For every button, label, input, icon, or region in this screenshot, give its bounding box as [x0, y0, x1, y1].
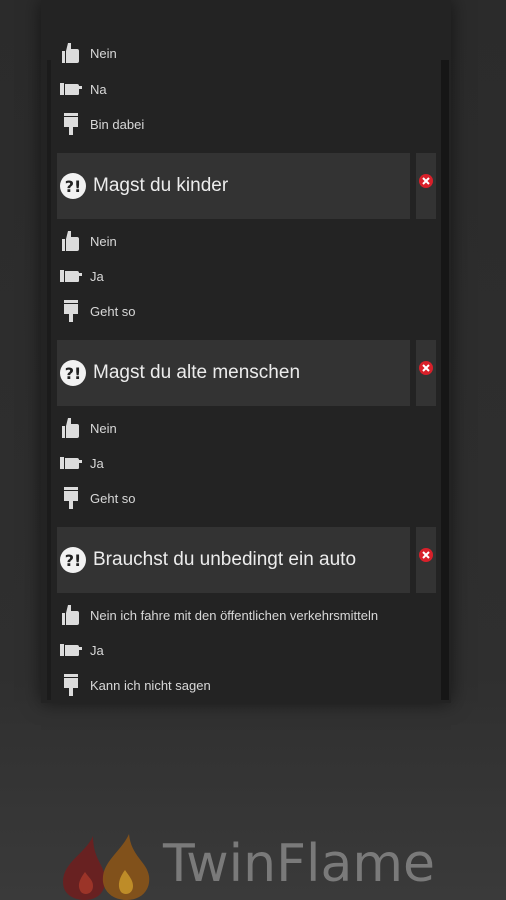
answer-label: Nein	[90, 45, 117, 61]
answer-label: Na	[90, 81, 107, 97]
answer-item[interactable]: Ja	[58, 635, 438, 665]
answer-label: Nein ich fahre mit den öffentlichen verk…	[90, 607, 379, 623]
thumb-up-icon	[58, 415, 84, 441]
thumb-down-icon	[58, 485, 84, 511]
answer-item[interactable]: Nein	[58, 413, 438, 443]
answer-label: Ja	[90, 642, 104, 658]
delete-x-icon	[419, 174, 433, 188]
answer-item[interactable]: Geht so	[58, 483, 438, 513]
delete-question-button[interactable]	[416, 527, 436, 593]
svg-text:?!: ?!	[65, 551, 82, 570]
delete-question-button[interactable]	[416, 340, 436, 406]
question-title: Magst du kinder	[93, 175, 229, 196]
question-exclamation-icon: ?!	[60, 360, 86, 386]
thumb-up-icon	[58, 602, 84, 628]
question-header[interactable]: ?! Magst du kinder	[57, 153, 410, 219]
thumb-down-icon	[58, 298, 84, 324]
answer-item[interactable]: Na	[58, 74, 438, 104]
twinflame-logo: TwinFlame	[55, 828, 455, 900]
answer-label: Geht so	[90, 490, 136, 506]
delete-x-icon	[419, 361, 433, 375]
answer-label: Ja	[90, 268, 104, 284]
question-exclamation-icon: ?!	[60, 173, 86, 199]
answer-item[interactable]: Geht so	[58, 296, 438, 326]
question-exclamation-icon: ?!	[60, 547, 86, 573]
question-title: Magst du alte menschen	[93, 362, 301, 383]
svg-text:?!: ?!	[65, 364, 82, 383]
answer-label: Ja	[90, 455, 104, 471]
answer-label: Nein	[90, 420, 117, 436]
thumb-side-icon	[58, 637, 84, 663]
answer-item[interactable]: Nein	[58, 226, 438, 256]
thumb-side-icon	[58, 263, 84, 289]
answer-label: Nein	[90, 233, 117, 249]
answer-label: Bin dabei	[90, 116, 145, 132]
thumb-side-icon	[58, 450, 84, 476]
svg-text:?!: ?!	[65, 177, 82, 196]
delete-question-button[interactable]	[416, 153, 436, 219]
thumb-down-icon	[58, 111, 84, 137]
answer-item[interactable]: Ja	[58, 261, 438, 291]
answer-item[interactable]: Bin dabei	[58, 109, 438, 139]
question-header[interactable]: ?! Brauchst du unbedingt ein auto	[57, 527, 410, 593]
thumb-side-icon	[58, 76, 84, 102]
answer-item[interactable]: Ja	[58, 448, 438, 478]
brand-name: TwinFlame	[163, 834, 435, 894]
thumb-down-icon	[58, 672, 84, 698]
thumb-up-icon	[58, 228, 84, 254]
question-title: Brauchst du unbedingt ein auto	[93, 549, 357, 570]
answer-label: Kann ich nicht sagen	[90, 677, 211, 693]
thumb-up-icon	[58, 40, 84, 66]
answer-item[interactable]: Nein	[58, 38, 438, 68]
question-header[interactable]: ?! Magst du alte menschen	[57, 340, 410, 406]
answer-item[interactable]: Nein ich fahre mit den öffentlichen verk…	[58, 600, 438, 630]
answer-item[interactable]: Kann ich nicht sagen	[58, 670, 438, 700]
flame-logo-icon	[63, 834, 150, 900]
delete-x-icon	[419, 548, 433, 562]
answer-label: Geht so	[90, 303, 136, 319]
panel-shadow-left	[47, 60, 51, 700]
panel-shadow-right	[441, 60, 449, 700]
